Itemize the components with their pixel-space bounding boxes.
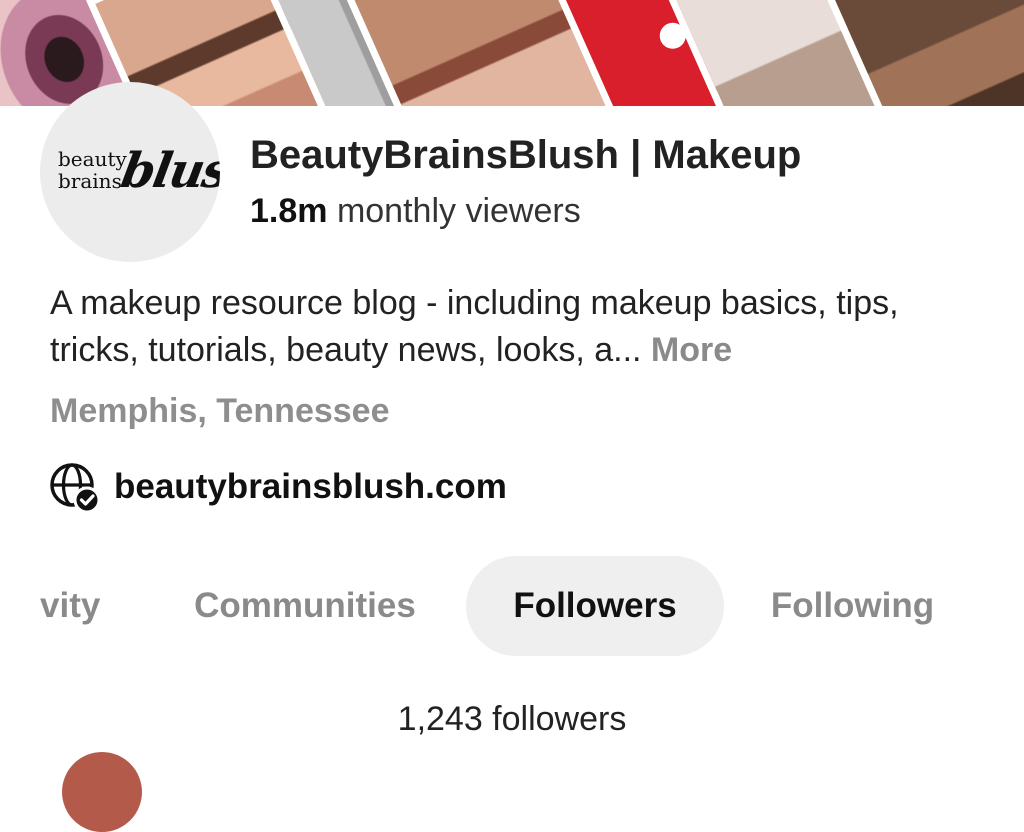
bio-more-link[interactable]: More (651, 331, 732, 369)
logo-text-beauty: beauty (58, 147, 127, 171)
tab-communities[interactable]: Communities (185, 556, 425, 656)
profile-name: BeautyBrainsBlush | Makeup (250, 133, 802, 177)
website-link[interactable]: beautybrainsblush.com (48, 460, 507, 514)
viewers-count: 1.8m (250, 192, 328, 230)
brand-logo: beauty brains blush (50, 137, 220, 207)
globe-verified-icon (50, 463, 100, 513)
tab-activity[interactable]: vity (40, 556, 110, 656)
bio-text: A makeup resource blog - including makeu… (50, 284, 899, 369)
tab-followers[interactable]: Followers (466, 556, 724, 656)
viewers-label: monthly viewers (327, 192, 581, 230)
logo-text-brains: brains (58, 169, 122, 193)
profile-avatar[interactable]: beauty brains blush (40, 82, 220, 262)
monthly-viewers: 1.8m monthly viewers (250, 192, 581, 231)
tab-following[interactable]: Following (765, 556, 940, 656)
profile-location: Memphis, Tennessee (50, 392, 390, 430)
followers-count: 1,243 followers (397, 700, 627, 738)
logo-text-blush: blush (117, 143, 220, 199)
profile-tabs: vity Communities Followers Following (0, 556, 1024, 656)
follower-avatar[interactable] (62, 752, 142, 832)
profile-bio: A makeup resource blog - including makeu… (50, 280, 990, 374)
website-url: beautybrainsblush.com (114, 467, 507, 506)
